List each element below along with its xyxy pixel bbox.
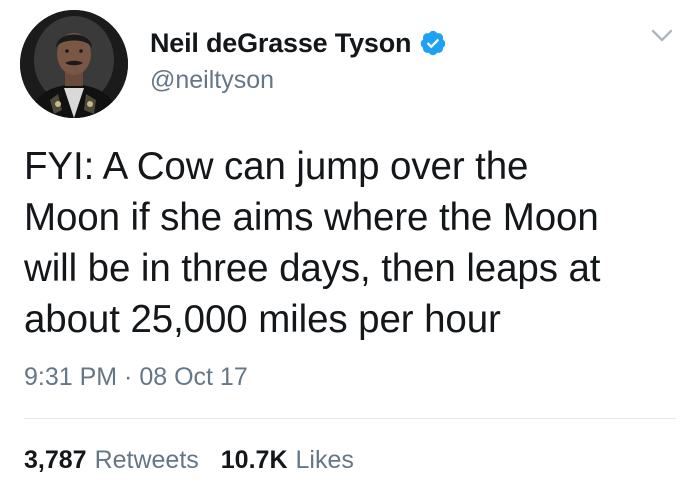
likes-label: Likes [295,446,354,474]
author-display-name[interactable]: Neil deGrasse Tyson [150,28,412,59]
tweet-card: Neil deGrasse Tyson @neiltyson FYI: A Co… [0,0,700,504]
retweets-label: Retweets [94,446,199,474]
tweet-stats: 3,787 Retweets 10.7K Likes [24,446,354,475]
chevron-down-icon[interactable] [648,26,676,46]
author-handle[interactable]: @neiltyson [150,66,274,95]
author-name-row: Neil deGrasse Tyson [150,26,447,60]
retweets-stat[interactable]: 3,787 Retweets [24,446,199,475]
verified-badge-icon [419,29,447,57]
tweet-timestamp[interactable]: 9:31 PM · 08 Oct 17 [24,363,248,392]
divider [24,418,676,419]
avatar-image [20,10,128,118]
avatar[interactable] [20,10,128,118]
likes-stat[interactable]: 10.7K Likes [221,446,354,475]
tweet-text: FYI: A Cow can jump over the Moon if she… [24,145,601,341]
retweets-count: 3,787 [24,446,87,474]
likes-count: 10.7K [220,446,288,474]
